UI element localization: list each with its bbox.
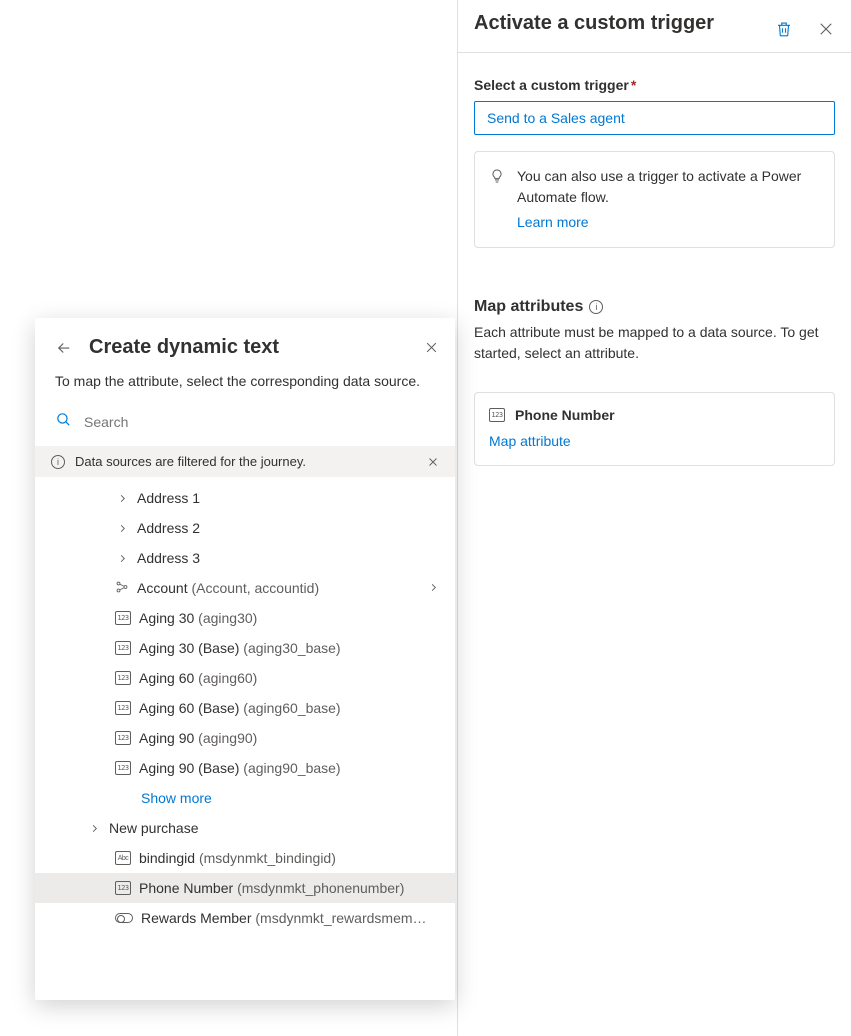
chevron-right-icon <box>87 823 101 834</box>
tree-item-label: New purchase <box>109 820 199 836</box>
tree-item[interactable]: Address 1 <box>35 483 455 513</box>
show-more-link[interactable]: Show more <box>35 783 455 813</box>
tree-item[interactable]: 123 Aging 60 (aging60) <box>35 663 455 693</box>
filter-bar: i Data sources are filtered for the jour… <box>35 446 455 477</box>
number-type-icon: 123 <box>489 408 505 422</box>
tree-item[interactable]: New purchase <box>35 813 455 843</box>
popover-desc: To map the attribute, select the corresp… <box>35 365 455 404</box>
tree-item-label: Address 1 <box>137 490 200 506</box>
activate-trigger-panel: Activate a custom trigger Select a custo… <box>457 0 851 1036</box>
number-type-icon: 123 <box>115 641 131 655</box>
text-type-icon: Abc <box>115 851 131 865</box>
search-input[interactable] <box>84 410 435 434</box>
map-attribute-link[interactable]: Map attribute <box>489 433 571 449</box>
tree-item[interactable]: Address 3 <box>35 543 455 573</box>
lookup-icon <box>115 580 129 597</box>
search-icon <box>55 411 72 433</box>
map-attributes-title: Map attributes <box>474 298 583 316</box>
map-attributes-desc: Each attribute must be mapped to a data … <box>474 322 835 364</box>
tree-item[interactable]: 123 Phone Number (msdynmkt_phonenumber) <box>35 873 455 903</box>
number-type-icon: 123 <box>115 731 131 745</box>
tree-item-label: bindingid (msdynmkt_bindingid) <box>139 850 336 866</box>
filter-text: Data sources are filtered for the journe… <box>75 454 306 469</box>
info-card: You can also use a trigger to activate a… <box>474 151 835 248</box>
info-icon[interactable]: i <box>589 300 603 314</box>
boolean-type-icon <box>115 913 133 923</box>
back-icon[interactable] <box>55 339 73 357</box>
tree-item-label: Aging 30 (Base) (aging30_base) <box>139 640 341 656</box>
tree-item[interactable]: 123 Aging 30 (Base) (aging30_base) <box>35 633 455 663</box>
tree-item[interactable]: Address 2 <box>35 513 455 543</box>
tree-item-label: Aging 90 (aging90) <box>139 730 257 746</box>
tree-item[interactable]: 123 Aging 30 (aging30) <box>35 603 455 633</box>
trigger-select[interactable]: Send to a Sales agent <box>474 101 835 135</box>
attribute-name: Phone Number <box>515 407 615 423</box>
dynamic-text-popover: Create dynamic text To map the attribute… <box>35 318 455 1000</box>
tree-item[interactable]: Account (Account, accountid) <box>35 573 455 603</box>
tree-item-label: Phone Number (msdynmkt_phonenumber) <box>139 880 404 896</box>
chevron-right-icon <box>115 493 129 504</box>
delete-icon[interactable] <box>775 20 793 38</box>
filter-close-icon[interactable] <box>427 456 439 468</box>
chevron-right-icon <box>428 580 439 596</box>
show-more-label: Show more <box>35 790 212 806</box>
panel-title: Activate a custom trigger <box>474 10 714 36</box>
attribute-card[interactable]: 123 Phone Number Map attribute <box>474 392 835 466</box>
number-type-icon: 123 <box>115 881 131 895</box>
number-type-icon: 123 <box>115 761 131 775</box>
number-type-icon: 123 <box>115 701 131 715</box>
tree-item-label: Address 2 <box>137 520 200 536</box>
select-trigger-label: Select a custom trigger* <box>474 77 835 93</box>
tree-item-label: Aging 90 (Base) (aging90_base) <box>139 760 341 776</box>
tree-item-label: Aging 60 (aging60) <box>139 670 257 686</box>
tree-item-label: Aging 30 (aging30) <box>139 610 257 626</box>
tree-item-label: Aging 60 (Base) (aging60_base) <box>139 700 341 716</box>
number-type-icon: 123 <box>115 611 131 625</box>
tree-item-label: Rewards Member (msdynmkt_rewardsmem… <box>141 910 427 926</box>
filter-info-icon: i <box>51 455 65 469</box>
tree-item[interactable]: Rewards Member (msdynmkt_rewardsmem… <box>35 903 455 933</box>
popover-title: Create dynamic text <box>89 336 408 359</box>
tree-item-label: Account (Account, accountid) <box>137 580 319 596</box>
learn-more-link[interactable]: Learn more <box>517 212 820 233</box>
close-icon[interactable] <box>817 20 835 38</box>
chevron-right-icon <box>115 553 129 564</box>
tree-item[interactable]: 123 Aging 60 (Base) (aging60_base) <box>35 693 455 723</box>
tree-item[interactable]: Abc bindingid (msdynmkt_bindingid) <box>35 843 455 873</box>
tree-item[interactable]: 123 Aging 90 (aging90) <box>35 723 455 753</box>
tree-item-label: Address 3 <box>137 550 200 566</box>
panel-header: Activate a custom trigger <box>458 0 851 53</box>
tree-item[interactable]: 123 Aging 90 (Base) (aging90_base) <box>35 753 455 783</box>
number-type-icon: 123 <box>115 671 131 685</box>
data-source-tree[interactable]: Address 1 Address 2 Address 3 Account (Acco… <box>35 477 455 1000</box>
info-text: You can also use a trigger to activate a… <box>517 168 801 205</box>
chevron-right-icon <box>115 523 129 534</box>
lightbulb-icon <box>489 166 505 233</box>
popover-close-icon[interactable] <box>424 340 439 355</box>
